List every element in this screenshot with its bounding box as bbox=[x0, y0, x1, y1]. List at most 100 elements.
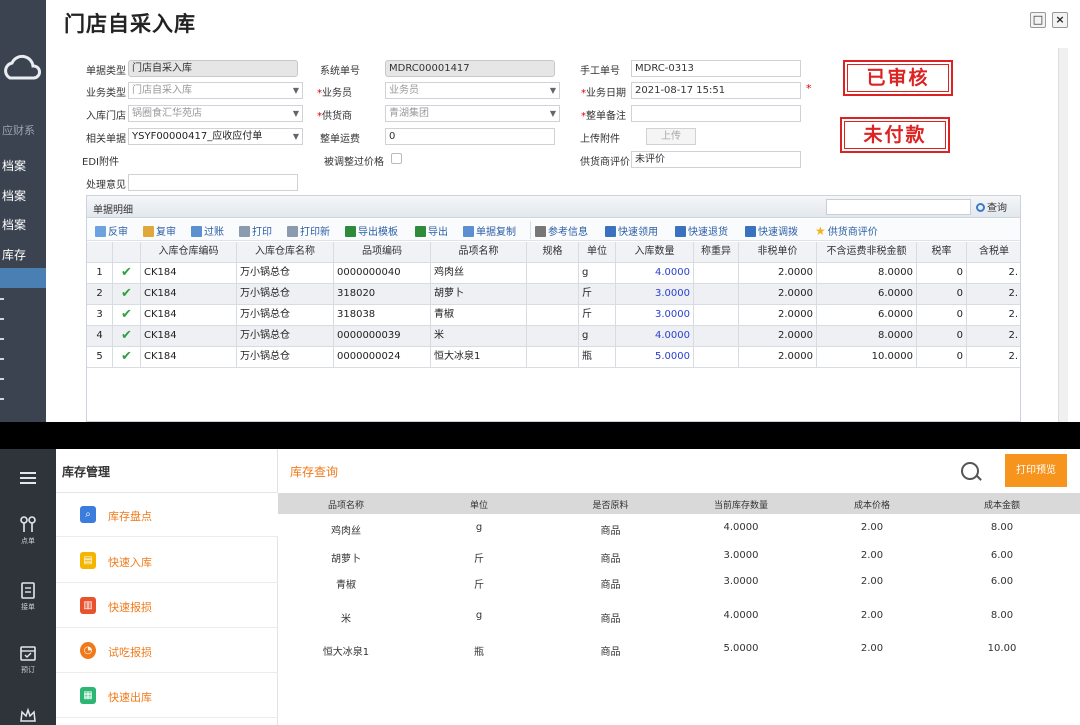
dropdown-arrow-icon[interactable]: ▼ bbox=[293, 129, 299, 144]
cell-amount: 8.0000 bbox=[817, 263, 917, 284]
supplier-eval-field[interactable]: 未评价 bbox=[631, 151, 801, 168]
menu-button[interactable] bbox=[0, 469, 56, 490]
dropdown-arrow-icon[interactable]: ▼ bbox=[550, 106, 556, 121]
col-head-item-name[interactable]: 品项名称 bbox=[431, 242, 527, 263]
cell-tax-incl: 2. bbox=[967, 326, 1020, 347]
strip-item-archive-2[interactable]: 档案 bbox=[0, 187, 46, 204]
export-template-button[interactable]: 导出模板 bbox=[345, 223, 398, 238]
cell-qty[interactable]: 4.0000 bbox=[616, 263, 694, 284]
menu-item-tasting-loss[interactable]: ◔ 试吃报损 bbox=[56, 629, 278, 673]
strip-item-archive-1[interactable]: 档案 bbox=[0, 157, 46, 174]
export-button[interactable]: 导出 bbox=[415, 223, 448, 238]
dropdown-arrow-icon[interactable]: ▼ bbox=[293, 106, 299, 121]
rail-item-more[interactable] bbox=[0, 707, 56, 725]
maximize-icon[interactable]: □ bbox=[1030, 12, 1046, 28]
review-button[interactable]: 复审 bbox=[143, 223, 176, 238]
cell-unit: g bbox=[579, 326, 616, 347]
tasting-loss-icon: ◔ bbox=[80, 642, 96, 659]
col-head-price[interactable]: 非税单价 bbox=[739, 242, 817, 263]
menu-item-label: 库存盘点 bbox=[108, 510, 152, 523]
cell-is-raw: 商品 bbox=[600, 647, 621, 658]
remark-field[interactable] bbox=[631, 105, 801, 122]
cell-qty[interactable]: 4.0000 bbox=[616, 326, 694, 347]
opinion-label: 处理意见 bbox=[86, 180, 126, 191]
bottom-region: 点单 接单 预订 库存管理 ⌕ 库存盘点 ▤ 快速入库 ▥ 快速报损 ◔ 试吃报… bbox=[0, 449, 1080, 725]
opinion-field[interactable] bbox=[128, 174, 298, 191]
manual-no-label: 手工单号 bbox=[580, 66, 620, 77]
supplier-select[interactable]: 青湖集团 ▼ bbox=[385, 105, 560, 122]
menu-item-stocktake[interactable]: ⌕ 库存盘点 bbox=[56, 493, 278, 537]
col-head-unit[interactable]: 单位 bbox=[579, 242, 616, 263]
rail-item-order[interactable]: 点单 bbox=[0, 515, 56, 546]
rail-item-accept[interactable]: 接单 bbox=[0, 581, 56, 612]
cell-item-name: 青椒 bbox=[431, 305, 527, 326]
salesman-select[interactable]: 业务员 ▼ bbox=[385, 82, 560, 99]
print-new-button[interactable]: 打印新 bbox=[287, 223, 330, 238]
quick-return-button[interactable]: 快速退货 bbox=[675, 223, 728, 238]
store-select[interactable]: 锅圈食汇华苑店 ▼ bbox=[128, 105, 303, 122]
col-head-weigh[interactable]: 称重异 bbox=[694, 242, 739, 263]
menu-item-quick-loss[interactable]: ▥ 快速报损 bbox=[56, 584, 278, 628]
system-no-field: MDRC00001417 bbox=[385, 60, 555, 77]
col-head-wh-name[interactable]: 入库仓库名称 bbox=[237, 242, 334, 263]
adjusted-price-checkbox[interactable] bbox=[391, 153, 402, 164]
col-head-amount[interactable]: 不含运费非税金额 bbox=[817, 242, 917, 263]
detail-search-input[interactable] bbox=[826, 199, 971, 215]
dropdown-arrow-icon[interactable]: ▼ bbox=[293, 83, 299, 98]
cell-unit: 斤 bbox=[579, 305, 616, 326]
cell-price: 2.0000 bbox=[739, 284, 817, 305]
strip-active-item[interactable] bbox=[0, 268, 46, 288]
search-icon[interactable] bbox=[961, 462, 979, 480]
strip-marker bbox=[0, 338, 4, 340]
post-button[interactable]: 过账 bbox=[191, 223, 224, 238]
biz-type-select[interactable]: 门店自采入库 ▼ bbox=[128, 82, 303, 99]
col-head-tax[interactable]: 税率 bbox=[917, 242, 967, 263]
crown-icon bbox=[20, 707, 36, 722]
ref-info-button[interactable]: 参考信息 bbox=[535, 223, 588, 238]
freight-label: 整单运费 bbox=[320, 134, 360, 145]
detail-search-button[interactable]: 查询 bbox=[976, 199, 1007, 214]
rail-label: 接单 bbox=[21, 603, 35, 611]
close-icon[interactable]: × bbox=[1052, 12, 1068, 28]
rail-item-reserve[interactable]: 预订 bbox=[0, 644, 56, 675]
window-scrollbar[interactable] bbox=[1058, 48, 1068, 422]
print-preview-button[interactable]: 打印预览 bbox=[1005, 454, 1067, 487]
quick-transfer-button[interactable]: 快速调拨 bbox=[745, 223, 798, 238]
inventory-check-icon: ⌕ bbox=[80, 506, 96, 523]
cell-stock: 3.0000 bbox=[723, 576, 759, 587]
cell-wh-name: 万小锅总仓 bbox=[237, 347, 334, 368]
cell-item-code: 0000000024 bbox=[334, 347, 431, 368]
related-doc-select[interactable]: YSYF00000417_应收应付单 ▼ bbox=[128, 128, 303, 145]
col-head-tax-incl[interactable]: 含税单 bbox=[967, 242, 1020, 263]
strip-item-inventory[interactable]: 库存 bbox=[0, 246, 46, 263]
cell-qty[interactable]: 5.0000 bbox=[616, 347, 694, 368]
quick-pick-button[interactable]: 快速领用 bbox=[605, 223, 658, 238]
supplier-eval-button[interactable]: ★ 供货商评价 bbox=[815, 223, 878, 238]
columns-icon bbox=[535, 226, 546, 237]
menu-item-quick-inbound[interactable]: ▤ 快速入库 bbox=[56, 539, 278, 583]
cell-wh-name: 万小锅总仓 bbox=[237, 263, 334, 284]
biz-date-field[interactable]: 2021-08-17 15:51 bbox=[631, 82, 801, 99]
cell-tax-incl: 2. bbox=[967, 284, 1020, 305]
col-head-qty[interactable]: 入库数量 bbox=[616, 242, 694, 263]
dropdown-arrow-icon[interactable]: ▼ bbox=[550, 83, 556, 98]
menu-item-quick-outbound[interactable]: ▦ 快速出库 bbox=[56, 674, 278, 718]
print-button[interactable]: 打印 bbox=[239, 223, 272, 238]
freight-field[interactable]: 0 bbox=[385, 128, 555, 145]
cell-qty[interactable]: 3.0000 bbox=[616, 305, 694, 326]
copy-doc-button[interactable]: 单据复制 bbox=[463, 223, 516, 238]
excel-icon bbox=[415, 226, 426, 237]
upload-button[interactable]: 上传 bbox=[646, 128, 696, 145]
col-head-wh-code[interactable]: 入库仓库编码 bbox=[141, 242, 237, 263]
cell-name: 鸡肉丝 bbox=[331, 526, 361, 537]
col-head-item-code[interactable]: 品项编码 bbox=[334, 242, 431, 263]
biz-type-label: 业务类型 bbox=[86, 88, 126, 99]
unaudit-button[interactable]: 反审 bbox=[95, 223, 128, 238]
strip-logo-text: 应财系 bbox=[2, 124, 35, 137]
detail-header: 单据明细 查询 bbox=[87, 196, 1020, 218]
cell-qty[interactable]: 3.0000 bbox=[616, 284, 694, 305]
biz-type-value: 门店自采入库 bbox=[132, 85, 192, 96]
strip-item-archive-3[interactable]: 档案 bbox=[0, 216, 46, 233]
col-head-spec[interactable]: 规格 bbox=[527, 242, 579, 263]
manual-no-field[interactable]: MDRC-0313 bbox=[631, 60, 801, 77]
